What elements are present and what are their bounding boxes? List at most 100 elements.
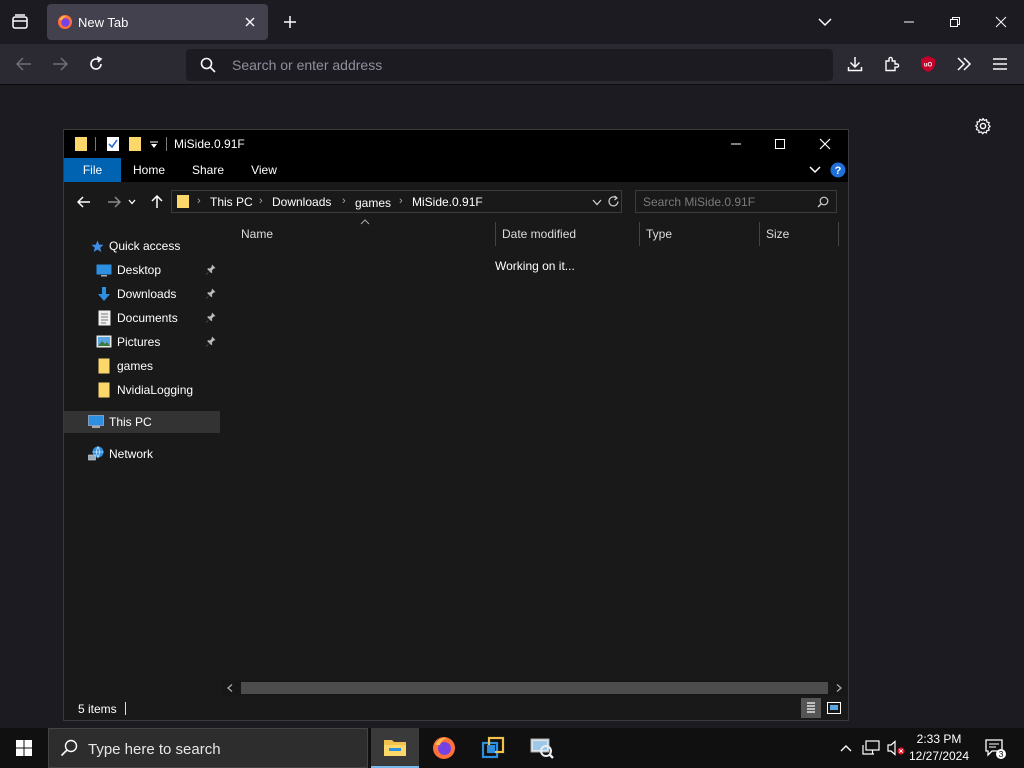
taskbar-file-explorer[interactable]	[371, 728, 419, 768]
horizontal-scrollbar[interactable]	[221, 680, 848, 696]
nav-item-label: Downloads	[117, 287, 177, 301]
close-tab-icon[interactable]	[244, 16, 256, 28]
chevron-up-icon	[840, 745, 852, 752]
minimize-icon	[731, 143, 741, 145]
restore-browser-button[interactable]	[941, 8, 969, 36]
nav-item-network[interactable]: Network	[64, 443, 220, 465]
forward-button[interactable]	[46, 50, 74, 78]
recent-locations-button[interactable]	[122, 188, 142, 216]
explorer-maximize-button[interactable]	[765, 130, 795, 158]
back-button[interactable]	[10, 50, 38, 78]
column-header-name[interactable]: Name	[241, 222, 273, 246]
action-center-button[interactable]: 3	[978, 728, 1012, 768]
up-one-level-button[interactable]	[144, 188, 170, 216]
breadcrumb-separator[interactable]: ›	[259, 195, 263, 207]
help-icon[interactable]: ?	[830, 162, 846, 178]
pin-icon	[206, 264, 216, 275]
more-tools-button[interactable]	[950, 50, 978, 78]
nav-item-pictures[interactable]: Pictures	[64, 331, 220, 353]
nav-item-desktop[interactable]: Desktop	[64, 259, 220, 281]
breadcrumb-separator[interactable]: ›	[342, 195, 346, 207]
network-search-icon	[530, 738, 554, 759]
explorer-search-input[interactable]	[643, 194, 813, 210]
scrollbar-thumb[interactable]	[241, 682, 828, 694]
nav-item-this-pc[interactable]: This PC	[64, 411, 220, 433]
downloads-button[interactable]	[841, 50, 869, 78]
new-folder-icon[interactable]	[128, 136, 142, 152]
ribbon-tab-home[interactable]: Home	[127, 158, 171, 182]
nav-item-quick-access[interactable]: Quick access	[64, 235, 220, 257]
column-header-date-modified[interactable]: Date modified	[502, 222, 576, 246]
breadcrumb-separator[interactable]: ›	[399, 195, 403, 207]
column-divider[interactable]	[759, 222, 760, 246]
ribbon-tab-view[interactable]: View	[243, 158, 285, 182]
scroll-left-icon[interactable]	[227, 684, 233, 692]
tab-new-tab[interactable]: New Tab	[47, 4, 268, 40]
customize-quick-access-toolbar-icon[interactable]	[149, 140, 159, 150]
breadcrumb-games[interactable]: games	[355, 196, 391, 210]
explorer-window-title: MiSide.0.91F	[174, 137, 245, 151]
column-header-size[interactable]: Size	[766, 222, 789, 246]
column-header-type[interactable]: Type	[646, 222, 672, 246]
nav-item-nvidialogging[interactable]: NvidiaLogging	[64, 379, 220, 401]
customize-new-tab-button[interactable]	[969, 112, 997, 140]
taskbar-search-input[interactable]	[88, 739, 358, 759]
reload-button[interactable]	[82, 50, 110, 78]
explorer-address-bar[interactable]: › This PC › Downloads › games › MiSide.0…	[171, 190, 622, 213]
expand-ribbon-icon[interactable]	[809, 165, 821, 175]
desktop-icon	[96, 264, 112, 277]
explorer-title-bar[interactable]: MiSide.0.91F	[64, 130, 848, 158]
firefox-view-button[interactable]	[6, 8, 34, 36]
explorer-search-box[interactable]	[635, 190, 837, 213]
taskbar-network-app[interactable]	[518, 728, 566, 768]
maximize-icon	[775, 139, 785, 149]
ublock-origin-icon: uO	[921, 56, 935, 72]
explorer-close-button[interactable]	[810, 130, 840, 158]
explorer-minimize-button[interactable]	[721, 130, 751, 158]
column-divider[interactable]	[495, 222, 496, 246]
breadcrumb-this-pc[interactable]: This PC	[210, 195, 253, 209]
nav-item-downloads[interactable]: Downloads	[64, 283, 220, 305]
item-count: 5 items	[78, 702, 117, 716]
close-browser-button[interactable]	[987, 8, 1015, 36]
explorer-back-button[interactable]	[70, 188, 98, 216]
nav-item-label: Network	[109, 447, 154, 461]
list-all-tabs-button[interactable]	[811, 8, 839, 36]
folder-icon	[75, 137, 87, 151]
new-tab-button[interactable]	[276, 8, 304, 36]
minimize-browser-button[interactable]	[895, 8, 923, 36]
network-status-button[interactable]	[858, 728, 884, 768]
properties-icon[interactable]	[106, 136, 120, 152]
breadcrumb-downloads[interactable]: Downloads	[272, 195, 331, 209]
computer-icon	[88, 415, 104, 428]
taskbar-virtualbox[interactable]	[469, 728, 517, 768]
large-icons-view-button[interactable]	[824, 698, 844, 718]
start-button[interactable]	[0, 728, 48, 768]
breadcrumb-current-folder[interactable]: MiSide.0.91F	[412, 195, 483, 209]
notification-count: 3	[999, 749, 1004, 759]
scroll-right-icon[interactable]	[836, 684, 842, 692]
column-divider[interactable]	[838, 222, 839, 246]
refresh-icon[interactable]	[607, 195, 620, 208]
search-icon	[60, 739, 78, 757]
show-hidden-icons-button[interactable]	[834, 728, 858, 768]
details-view-button[interactable]	[801, 698, 821, 718]
nav-item-games[interactable]: games	[64, 355, 220, 377]
app-menu-button[interactable]	[986, 50, 1014, 78]
minimize-icon	[904, 21, 914, 23]
ublock-origin-button[interactable]: uO	[914, 50, 942, 78]
close-icon	[819, 138, 831, 150]
address-input[interactable]	[232, 56, 792, 74]
taskbar-firefox[interactable]	[420, 728, 468, 768]
nav-item-label: games	[117, 359, 154, 373]
ribbon-tab-share[interactable]: Share	[184, 158, 232, 182]
nav-item-documents[interactable]: Documents	[64, 307, 220, 329]
column-divider[interactable]	[639, 222, 640, 246]
hamburger-menu-icon	[993, 58, 1007, 70]
address-bar[interactable]	[186, 49, 833, 81]
taskbar-search-box[interactable]	[48, 728, 368, 768]
ribbon-tab-file[interactable]: File	[64, 158, 121, 182]
address-history-icon[interactable]	[592, 199, 602, 206]
volume-button[interactable]	[884, 728, 908, 768]
extensions-button[interactable]	[878, 50, 906, 78]
